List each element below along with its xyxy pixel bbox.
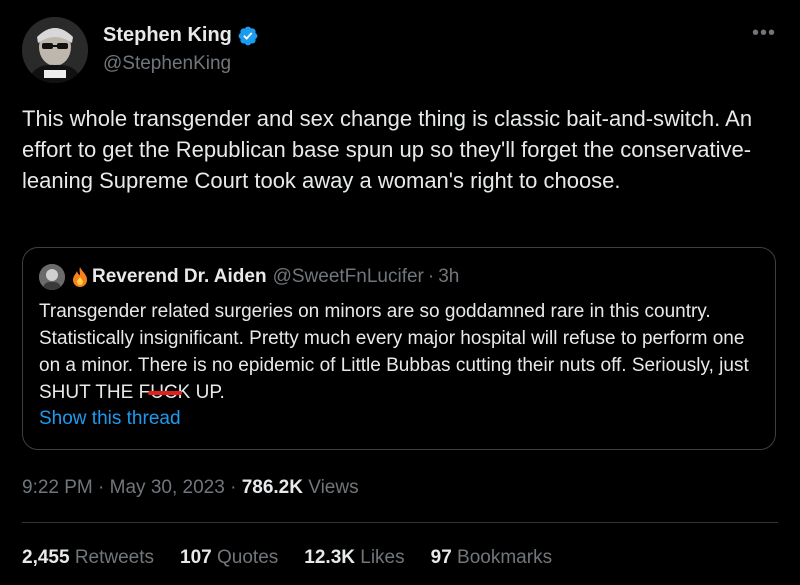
- tweet-metadata: 9:22 PM · May 30, 2023 · 786.2K Views: [22, 477, 359, 499]
- views-count: 786.2K: [241, 477, 303, 498]
- bookmarks-stat[interactable]: 97 Bookmarks: [431, 547, 552, 569]
- quoted-text-after: K UP.: [177, 382, 225, 403]
- quoted-tweet-text: Transgender related surgeries on minors …: [39, 298, 761, 406]
- quotes-stat[interactable]: 107 Quotes: [180, 547, 278, 569]
- quoted-tweet[interactable]: Reverend Dr. Aiden @SweetFnLucifer · 3h …: [22, 247, 776, 450]
- bookmarks-count: 97: [430, 547, 452, 568]
- quoted-avatar[interactable]: [39, 264, 65, 290]
- likes-label: Likes: [360, 547, 405, 568]
- quotes-label: Quotes: [217, 547, 279, 568]
- engagement-stats: 2,455 Retweets 107 Quotes 12.3K Likes 97…: [22, 547, 552, 569]
- divider: [22, 522, 778, 523]
- quoted-time[interactable]: 3h: [438, 266, 459, 288]
- retweets-label: Retweets: [74, 547, 155, 568]
- author-avatar[interactable]: [22, 17, 88, 83]
- views-label: Views: [308, 477, 359, 498]
- meta-separator: ·: [98, 477, 105, 498]
- retweets-stat[interactable]: 2,455 Retweets: [22, 547, 154, 569]
- tweet-time[interactable]: 9:22 PM: [22, 477, 93, 498]
- author-handle[interactable]: @StephenKing: [103, 53, 259, 75]
- fire-icon: [73, 267, 87, 287]
- author-block: Stephen King @StephenKing: [103, 24, 259, 75]
- quoted-avatar-image: [39, 264, 65, 290]
- retweets-count: 2,455: [22, 547, 70, 568]
- quoted-tweet-header: Reverend Dr. Aiden @SweetFnLucifer · 3h: [39, 264, 459, 290]
- redaction-mark: [148, 391, 182, 395]
- tweet-date[interactable]: May 30, 2023: [110, 477, 225, 498]
- quoted-text-before: Transgender related surgeries on minors …: [39, 301, 749, 403]
- likes-count: 12.3K: [304, 547, 355, 568]
- author-name[interactable]: Stephen King: [103, 24, 232, 47]
- quoted-meta-separator: ·: [427, 266, 435, 287]
- tweet-text: This whole transgender and sex change th…: [22, 106, 753, 193]
- likes-stat[interactable]: 12.3K Likes: [304, 547, 404, 569]
- show-thread-link[interactable]: Show this thread: [39, 408, 181, 430]
- quoted-author-handle[interactable]: @SweetFnLucifer: [273, 266, 424, 288]
- redacted-word: UC: [148, 379, 182, 406]
- verified-badge-icon[interactable]: [237, 25, 259, 47]
- more-options-icon[interactable]: •••: [752, 23, 776, 43]
- quotes-count: 107: [180, 547, 212, 568]
- quoted-author-name[interactable]: Reverend Dr. Aiden: [92, 266, 267, 288]
- meta-separator-2: ·: [230, 477, 237, 498]
- avatar-image: [22, 17, 88, 83]
- bookmarks-label: Bookmarks: [457, 547, 553, 568]
